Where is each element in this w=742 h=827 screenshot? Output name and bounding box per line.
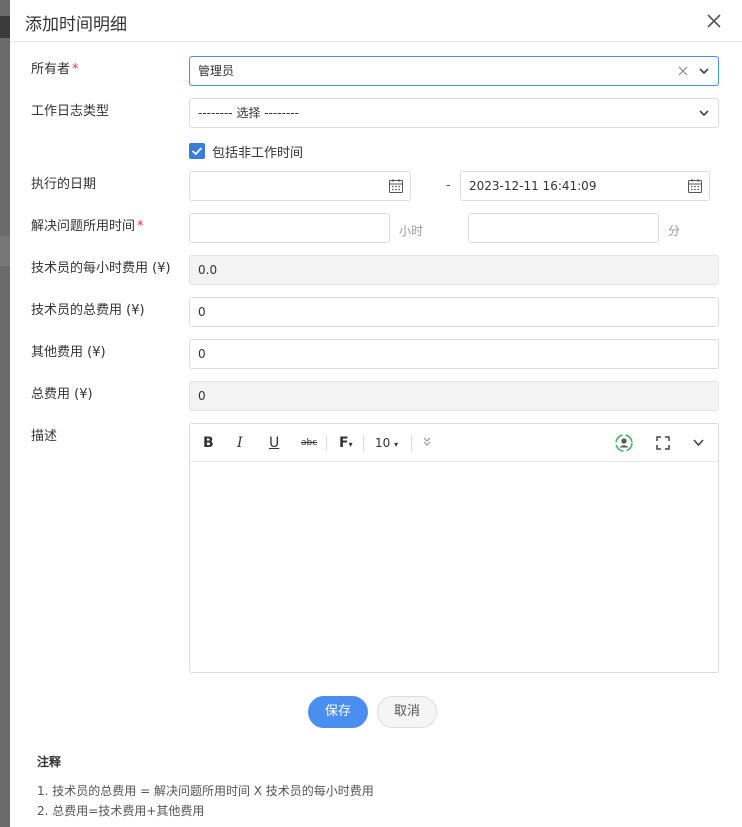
worklog-type-select[interactable]: -------- 选择 -------- bbox=[189, 98, 719, 128]
font-size-button[interactable]: 10 ▾ bbox=[375, 434, 398, 452]
minutes-unit: 分 bbox=[668, 224, 681, 238]
note-item: 2. 总费用=技术费用+其他费用 bbox=[37, 804, 205, 818]
notes-title: 注释 bbox=[37, 755, 62, 769]
bold-button[interactable]: B bbox=[203, 434, 214, 452]
chevron-down-icon[interactable] bbox=[692, 437, 705, 449]
dialog-header: 添加时间明细 bbox=[10, 0, 742, 42]
font-family-button[interactable]: F▾ bbox=[339, 434, 353, 452]
close-icon[interactable] bbox=[704, 11, 724, 31]
owner-label: 所有者 * bbox=[31, 62, 79, 77]
tech-hourly-fee-label: 技术员的每小时费用 (¥) bbox=[31, 261, 171, 276]
solve-time-label: 解决问题所用时间 * bbox=[31, 219, 144, 234]
background-overlay bbox=[0, 0, 10, 827]
clear-icon[interactable] bbox=[678, 66, 688, 76]
chevron-down-icon[interactable] bbox=[698, 107, 710, 119]
italic-button[interactable]: I bbox=[237, 434, 243, 452]
solve-time-minutes-input[interactable] bbox=[468, 213, 659, 243]
toolbar-separator bbox=[363, 435, 364, 451]
more-chevrons-icon[interactable] bbox=[422, 436, 432, 448]
underline-button[interactable]: U bbox=[269, 434, 279, 452]
other-fee-label: 其他费用 (¥) bbox=[31, 345, 106, 360]
exec-date-end-input[interactable]: 2023-12-11 16:41:09 bbox=[460, 171, 710, 201]
toolbar-separator bbox=[411, 435, 412, 451]
owner-select[interactable]: 管理员 bbox=[189, 56, 719, 86]
fullscreen-icon[interactable] bbox=[656, 436, 670, 450]
solve-time-hours-input[interactable] bbox=[189, 213, 390, 243]
toolbar-separator bbox=[326, 435, 327, 451]
tech-total-fee-label: 技术员的总费用 (¥) bbox=[31, 303, 145, 318]
total-fee-label: 总费用 (¥) bbox=[31, 387, 93, 402]
tech-hourly-fee-field: 0.0 bbox=[189, 255, 719, 285]
dialog-title: 添加时间明细 bbox=[25, 15, 127, 35]
include-non-work-checkbox[interactable] bbox=[189, 143, 205, 159]
cancel-button[interactable]: 取消 bbox=[377, 696, 437, 728]
note-item: 1. 技术员的总费用 = 解决问题所用时间 X 技术员的每小时费用 bbox=[37, 784, 374, 798]
exec-date-end-value: 2023-12-11 16:41:09 bbox=[469, 179, 597, 193]
check-icon bbox=[191, 147, 203, 156]
worklog-type-value: -------- 选择 -------- bbox=[198, 106, 299, 120]
user-mention-icon[interactable] bbox=[614, 433, 634, 453]
other-fee-input[interactable]: 0 bbox=[189, 339, 719, 369]
exec-date-start-input[interactable] bbox=[189, 171, 411, 201]
date-range-dash: - bbox=[446, 178, 451, 193]
owner-select-value: 管理员 bbox=[198, 64, 235, 78]
exec-date-label: 执行的日期 bbox=[31, 177, 97, 192]
include-non-work-label: 包括非工作时间 bbox=[212, 146, 304, 161]
add-time-entry-dialog: 添加时间明细 所有者 * 管理员 工作日志类型 -------- 选择 -----… bbox=[10, 0, 742, 827]
calendar-icon[interactable] bbox=[388, 178, 404, 194]
chevron-down-icon[interactable] bbox=[698, 65, 710, 77]
strikethrough-button[interactable]: abc bbox=[301, 434, 317, 452]
worklog-type-label: 工作日志类型 bbox=[31, 104, 110, 119]
description-label: 描述 bbox=[31, 429, 58, 444]
save-button[interactable]: 保存 bbox=[308, 696, 368, 728]
editor-toolbar: B I U abc F▾ 10 ▾ bbox=[190, 424, 718, 462]
tech-total-fee-input[interactable]: 0 bbox=[189, 297, 719, 327]
calendar-icon[interactable] bbox=[687, 178, 703, 194]
total-fee-field: 0 bbox=[189, 381, 719, 411]
description-editor: B I U abc F▾ 10 ▾ bbox=[189, 423, 719, 673]
hours-unit: 小时 bbox=[399, 224, 424, 238]
editor-content-area[interactable] bbox=[190, 462, 718, 672]
